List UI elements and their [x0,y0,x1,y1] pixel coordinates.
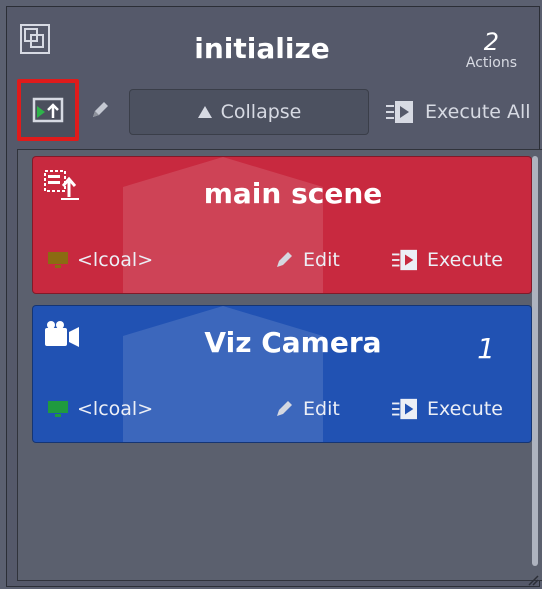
pencil-icon [93,102,108,117]
execute-button[interactable]: Execute [391,397,503,421]
pencil-icon [277,401,292,416]
action-badge: 1 [477,332,495,365]
add-action-icon [32,97,64,123]
action-card-viz-camera[interactable]: Viz Camera 1 <lcoal> Edit Execute [32,305,532,443]
template-icon[interactable] [19,23,51,55]
collapse-label: Collapse [220,101,302,123]
action-title: main scene [203,177,383,210]
execute-icon [386,101,413,123]
action-card-main-scene[interactable]: main scene <lcoal> Edit Execute [32,156,532,294]
load-scene-icon [44,170,79,200]
execute-icon [392,249,417,271]
host-label: <lcoal> [77,398,154,420]
execute-all-button[interactable]: Execute All [385,89,531,135]
action-title: Viz Camera [204,326,382,359]
toolbar: Collapse Execute All [17,79,542,141]
group-title: initialize [194,32,330,65]
scrollbar[interactable] [532,156,538,566]
execute-button[interactable]: Execute [391,248,503,272]
host-selector[interactable]: <lcoal> [47,249,247,271]
host-selector[interactable]: <lcoal> [47,398,247,420]
monitor-icon [48,252,68,268]
edit-label: Edit [303,398,340,420]
action-count: 2 Actions [466,29,517,71]
playlist-panel: initialize 2 Actions Collapse Execute Al… [6,6,542,587]
collapse-button[interactable]: Collapse [129,89,369,135]
edit-group-button[interactable] [87,97,113,123]
monitor-icon [48,401,68,417]
edit-label: Edit [303,249,340,271]
action-footer: <lcoal> Edit Execute [47,245,517,275]
action-list[interactable]: main scene <lcoal> Edit Execute Viz Came… [17,149,542,581]
camera-icon [45,321,79,347]
action-count-value: 2 [483,28,500,56]
action-footer: <lcoal> Edit Execute [47,394,517,424]
add-action-button[interactable] [17,79,79,141]
execute-all-label: Execute All [425,101,531,123]
execute-icon [392,398,417,420]
resize-grip-icon[interactable] [527,574,539,586]
host-label: <lcoal> [77,249,154,271]
action-count-label: Actions [465,55,517,71]
pencil-icon [277,252,292,267]
edit-button[interactable]: Edit [273,398,383,420]
execute-label: Execute [427,398,503,420]
edit-button[interactable]: Edit [273,249,383,271]
execute-label: Execute [427,249,503,271]
triangle-up-icon [197,106,212,118]
